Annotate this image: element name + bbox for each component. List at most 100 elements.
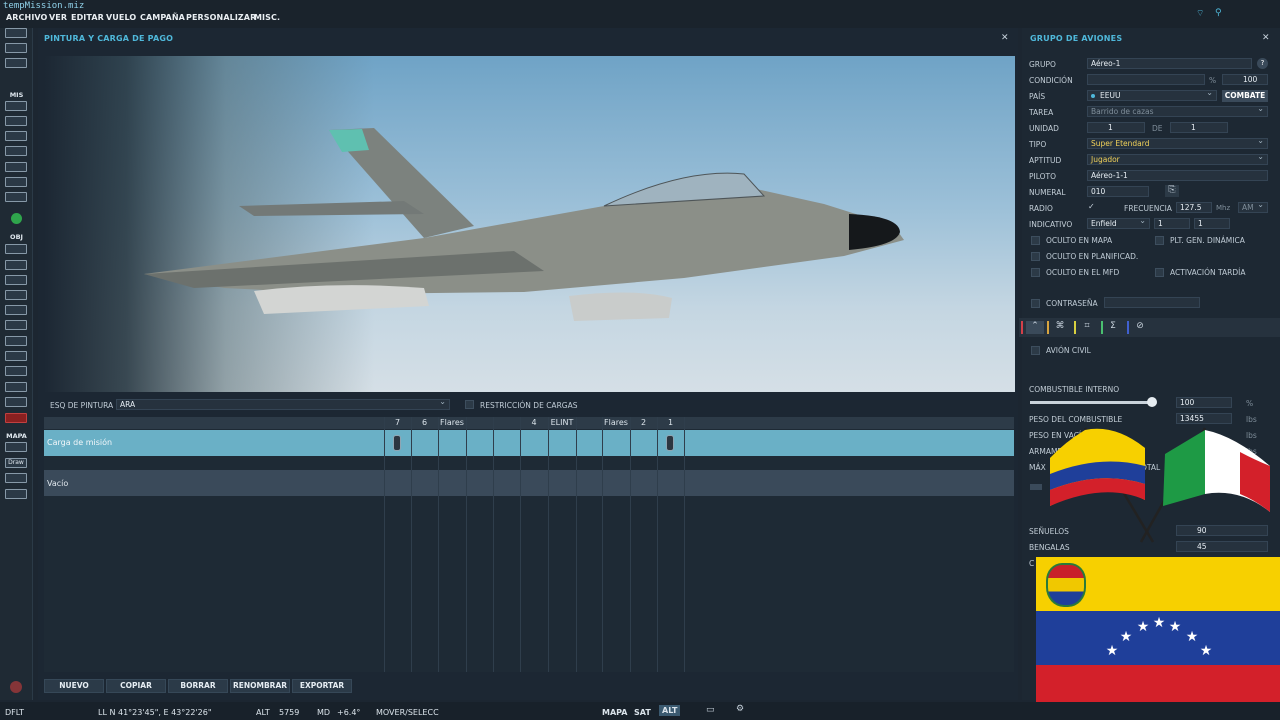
toolbar-map-1[interactable] bbox=[5, 442, 27, 452]
table-row[interactable] bbox=[44, 470, 1014, 496]
md-value: +6.4° bbox=[337, 708, 361, 717]
toolbar-obj-4[interactable] bbox=[5, 290, 27, 300]
triggers-tab-icon[interactable]: ⌗ bbox=[1080, 321, 1094, 331]
alt-mode-button[interactable]: ALT bbox=[659, 705, 681, 716]
oculto-mfd-checkbox[interactable] bbox=[1031, 268, 1040, 277]
toolbar-mis-4[interactable] bbox=[5, 146, 27, 156]
delete-button[interactable]: BORRAR bbox=[168, 679, 228, 693]
toolbar-obj-6[interactable] bbox=[5, 320, 27, 330]
restriction-checkbox[interactable] bbox=[465, 400, 474, 409]
tarea-select[interactable]: Barrido de cazas bbox=[1087, 104, 1268, 117]
toolbar-obj-9[interactable] bbox=[5, 366, 27, 376]
help-icon[interactable]: ? bbox=[1257, 58, 1268, 69]
toolbar-obj-1[interactable] bbox=[5, 244, 27, 254]
pais-select[interactable]: EEUU bbox=[1087, 88, 1217, 101]
fuel-slider-track[interactable] bbox=[1030, 401, 1157, 404]
new-button[interactable]: NUEVO bbox=[44, 679, 104, 693]
layout-select[interactable]: DFLT bbox=[5, 708, 24, 717]
combat-button[interactable]: COMBATE bbox=[1222, 90, 1268, 102]
close-icon[interactable]: ✕ bbox=[1001, 33, 1009, 43]
svg-text:★: ★ bbox=[1169, 619, 1182, 635]
oculto-plan-checkbox[interactable] bbox=[1031, 252, 1040, 261]
menu-archivo[interactable]: ARCHIVO bbox=[6, 13, 47, 22]
oculto-mapa-checkbox[interactable] bbox=[1031, 236, 1040, 245]
toolbar-mis-2[interactable] bbox=[5, 116, 27, 126]
tipo-select[interactable]: Super Etendard bbox=[1087, 136, 1268, 149]
payload-tab-icon[interactable]: ⌘ bbox=[1053, 321, 1067, 331]
toolbar-mis-7[interactable] bbox=[5, 192, 27, 202]
col-7: 7 bbox=[394, 418, 401, 427]
toolbar-delete-button[interactable] bbox=[5, 413, 27, 423]
plt-gen-label: PLT. GEN. DINÁMICA bbox=[1170, 236, 1245, 245]
bengalas-stepper[interactable]: 45 bbox=[1176, 541, 1268, 552]
paint-scheme-select[interactable]: ARA bbox=[116, 397, 450, 410]
toolbar-obj-11[interactable] bbox=[5, 397, 27, 407]
condicion-unit: % bbox=[1209, 76, 1217, 85]
unidad-stepper[interactable]: 1 bbox=[1087, 122, 1145, 133]
close-icon[interactable]: ✕ bbox=[1262, 33, 1270, 43]
toolbar-obj-3[interactable] bbox=[5, 275, 27, 285]
export-button[interactable]: EXPORTAR bbox=[292, 679, 352, 693]
condicion-slider[interactable] bbox=[1087, 74, 1205, 85]
combustible-input[interactable]: 100 bbox=[1176, 397, 1232, 408]
radio-label: RADIO bbox=[1029, 204, 1053, 213]
freq-input[interactable]: 127.5 bbox=[1176, 202, 1212, 213]
green-circle-icon[interactable] bbox=[11, 213, 22, 224]
toolbar-obj-5[interactable] bbox=[5, 305, 27, 315]
toolbar-new-button[interactable] bbox=[5, 28, 27, 38]
toolbar-mis-6[interactable] bbox=[5, 177, 27, 187]
numeral-input[interactable]: 010 bbox=[1087, 186, 1149, 197]
menu-ver[interactable]: VER bbox=[49, 13, 67, 22]
ruler-icon[interactable]: ▭ bbox=[706, 705, 715, 715]
indicativo-num1[interactable]: 1 bbox=[1154, 218, 1190, 229]
table-row-selected[interactable] bbox=[44, 430, 1014, 456]
menu-campana[interactable]: CAMPAÑA bbox=[140, 13, 185, 22]
toolbar-obj-10[interactable] bbox=[5, 382, 27, 392]
numeral-label: NUMERAL bbox=[1029, 188, 1066, 197]
toolbar-draw-button[interactable]: Draw bbox=[5, 458, 27, 468]
toolbar-mis-1[interactable] bbox=[5, 101, 27, 111]
plt-gen-checkbox[interactable] bbox=[1155, 236, 1164, 245]
toolbar-map-2[interactable] bbox=[5, 473, 27, 483]
toolbar-mis-5[interactable] bbox=[5, 162, 27, 172]
settings-icon[interactable]: ⚙ bbox=[736, 704, 744, 714]
indicativo-num2[interactable]: 1 bbox=[1194, 218, 1230, 229]
menu-editar[interactable]: EDITAR bbox=[71, 13, 104, 22]
menu-personalizar[interactable]: PERSONALIZAR bbox=[186, 13, 256, 22]
max-label: MÁX bbox=[1029, 463, 1046, 472]
senuelos-stepper[interactable]: 90 bbox=[1176, 525, 1268, 536]
fuel-slider-handle[interactable] bbox=[1147, 397, 1157, 407]
toolbar-obj-2[interactable] bbox=[5, 260, 27, 270]
menu-misc[interactable]: MISC. bbox=[254, 13, 280, 22]
contrasena-checkbox[interactable] bbox=[1031, 299, 1040, 308]
toolbar-map-3[interactable] bbox=[5, 489, 27, 499]
summary-tab-icon[interactable]: Σ bbox=[1106, 321, 1120, 331]
toolbar-obj-7[interactable] bbox=[5, 336, 27, 346]
aptitud-select[interactable]: Jugador bbox=[1087, 152, 1268, 165]
contrasena-input[interactable] bbox=[1104, 297, 1200, 308]
avion-civil-checkbox[interactable] bbox=[1031, 346, 1040, 355]
condicion-input[interactable]: 100 bbox=[1222, 74, 1268, 85]
modulation-select[interactable]: AM bbox=[1238, 200, 1268, 213]
toolbar-mis-3[interactable] bbox=[5, 131, 27, 141]
grupo-input[interactable]: Aéreo-1 bbox=[1087, 58, 1252, 69]
alt-value: 5759 bbox=[279, 708, 300, 717]
toolbar-obj-8[interactable] bbox=[5, 351, 27, 361]
copy-button[interactable]: COPIAR bbox=[106, 679, 166, 693]
route-tab-icon[interactable]: ⌃ bbox=[1026, 321, 1044, 334]
toolbar-save-button[interactable] bbox=[5, 58, 27, 68]
toolbar-open-button[interactable] bbox=[5, 43, 27, 53]
indicativo-select[interactable]: Enfield bbox=[1087, 216, 1150, 229]
de-stepper[interactable]: 1 bbox=[1170, 122, 1228, 133]
nofly-tab-icon[interactable]: ⊘ bbox=[1133, 321, 1147, 331]
piloto-label: PILOTO bbox=[1029, 172, 1057, 181]
map-mode-button[interactable]: MAPA bbox=[602, 708, 627, 717]
menu-vuelo[interactable]: VUELO bbox=[106, 13, 136, 22]
sat-mode-button[interactable]: SAT bbox=[634, 708, 651, 717]
radio-check-icon[interactable]: ✓ bbox=[1088, 202, 1095, 211]
rename-button[interactable]: RENOMBRAR bbox=[230, 679, 290, 693]
piloto-input[interactable]: Aéreo-1-1 bbox=[1087, 170, 1268, 181]
activacion-checkbox[interactable] bbox=[1155, 268, 1164, 277]
exit-icon[interactable] bbox=[10, 681, 22, 693]
copy-icon[interactable]: ⎘ bbox=[1165, 185, 1179, 197]
